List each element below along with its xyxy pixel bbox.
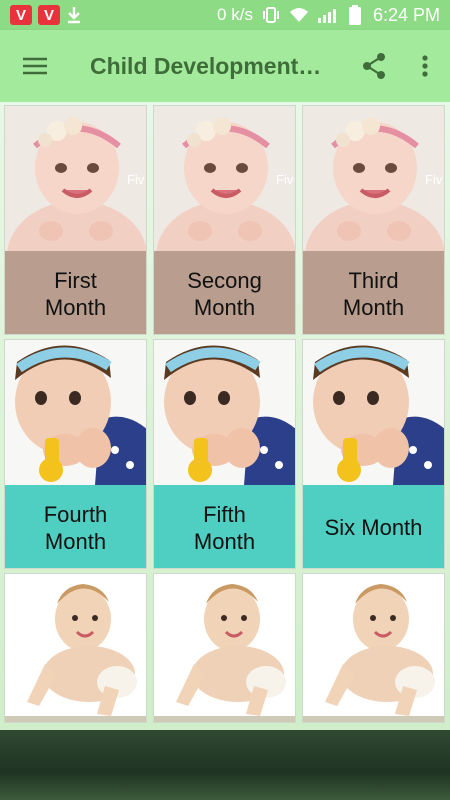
month-label-line2: Month — [44, 294, 107, 320]
clock: 6:24 PM — [372, 4, 440, 25]
more-vert-icon — [422, 55, 428, 77]
month-label-line1: Fifth — [203, 501, 246, 527]
baby-photo — [154, 340, 295, 485]
photo-watermark: Fiv — [425, 172, 443, 187]
overflow-menu-button[interactable] — [400, 30, 450, 102]
page-title: Child Development… — [90, 52, 322, 79]
month-card-5[interactable]: Fifth Month — [153, 339, 296, 569]
month-label-6: Six Month — [303, 485, 444, 568]
hamburger-icon — [23, 57, 47, 75]
status-bar: V V 0 k/s 6:24 PM — [0, 0, 450, 30]
share-icon — [363, 53, 385, 79]
month-label-1: First Month — [5, 251, 146, 334]
month-label-line1: Fourth — [43, 501, 108, 527]
month-card-1[interactable]: Fiv First Month — [4, 105, 147, 335]
month-label-4: Fourth Month — [5, 485, 146, 568]
baby-photo — [154, 574, 295, 722]
status-right: 0 k/s 6:24 PM — [217, 5, 440, 26]
month-label-2: Secong Month — [154, 251, 295, 334]
menu-button[interactable] — [0, 30, 70, 102]
baby-photo — [5, 340, 146, 485]
month-card-4[interactable]: Fourth Month — [4, 339, 147, 569]
month-label-line1: First — [54, 267, 97, 293]
net-speed: 0 k/s — [217, 5, 253, 24]
month-card-9[interactable] — [302, 573, 445, 723]
photo-watermark: Fiv — [276, 172, 294, 187]
signal-icon — [317, 9, 336, 23]
download-icon — [68, 7, 80, 24]
month-label-3: Third Month — [303, 251, 444, 334]
month-card-7[interactable] — [4, 573, 147, 723]
month-grid: Fiv First Month Fiv Secong Month Fiv Thi… — [0, 102, 450, 730]
baby-photo — [303, 574, 444, 722]
vidmate-notification-icon: V — [10, 5, 32, 25]
vidmate-notification-icon-2: V — [38, 5, 60, 25]
baby-photo — [5, 574, 146, 722]
baby-photo — [303, 340, 444, 485]
app-bar: Child Development… — [0, 30, 450, 102]
wifi-icon — [289, 8, 308, 22]
status-left: V V — [10, 5, 82, 25]
baby-photo: Fiv — [303, 106, 444, 251]
month-label-line1: Secong — [187, 267, 262, 293]
month-label-line2: Month — [193, 294, 256, 320]
vibrate-icon — [262, 7, 279, 23]
bottom-background — [0, 730, 450, 800]
month-card-3[interactable]: Fiv Third Month — [302, 105, 445, 335]
battery-icon — [348, 5, 361, 25]
month-label-line2: Month — [193, 528, 256, 554]
baby-photo: Fiv — [154, 106, 295, 251]
baby-photo: Fiv — [5, 106, 146, 251]
month-label-line2: Month — [342, 294, 405, 320]
month-label-5: Fifth Month — [154, 485, 295, 568]
month-card-8[interactable] — [153, 573, 296, 723]
month-card-6[interactable]: Six Month — [302, 339, 445, 569]
month-label-line1: Six Month — [324, 515, 423, 540]
share-button[interactable] — [348, 30, 400, 102]
month-label-line2: Month — [44, 528, 107, 554]
photo-watermark: Fiv — [127, 172, 145, 187]
month-card-2[interactable]: Fiv Secong Month — [153, 105, 296, 335]
month-label-line1: Third — [348, 267, 399, 293]
